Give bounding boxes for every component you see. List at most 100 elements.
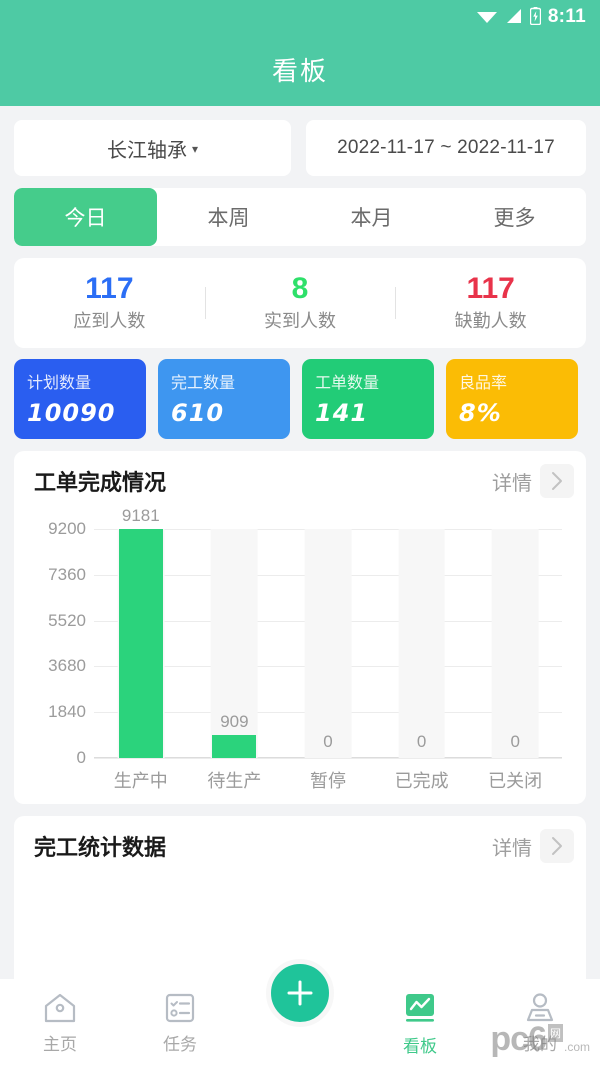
kpi-yield-rate-label: 良品率: [459, 369, 578, 393]
chevron-right-icon: [540, 829, 574, 863]
nav-item-tasks-label: 任务: [163, 1030, 197, 1055]
tab-today[interactable]: 今日: [14, 188, 157, 246]
kpi-completed-quantity[interactable]: 完工数量 610: [158, 359, 290, 439]
work-order-bar-chart: 0184036805520736092009181生产中909待生产0暂停0已完…: [20, 511, 580, 804]
status-time: 8:11: [548, 7, 586, 26]
work-order-completion-card: 工单完成情况 详情 0184036805520736092009181生产中90…: [14, 451, 586, 804]
chart-columns: 9181生产中909待生产0暂停0已完成0已关闭: [94, 529, 562, 758]
attendance-absent[interactable]: 117 缺勤人数: [395, 273, 586, 334]
chevron-right-icon: [540, 464, 574, 498]
attendance-expected-label: 应到人数: [73, 307, 145, 333]
work-order-completion-header: 工单完成情况 详情: [14, 451, 586, 511]
app-screen: 8:11 看板 长江轴承 ▾ 2022-11-17 ~ 2022-11-17 今…: [0, 0, 600, 1067]
nav-item-tasks[interactable]: 任务: [120, 992, 240, 1055]
chart-bar-value-label: 0: [510, 732, 519, 752]
tab-more-label: 更多: [494, 202, 536, 232]
work-order-completion-details-button[interactable]: 详情: [492, 464, 574, 498]
chart-y-tick-label: 1840: [48, 702, 86, 722]
chart-bar[interactable]: 9181: [119, 529, 163, 758]
kpi-work-order-count-value: 141: [315, 399, 434, 427]
chart-x-tick-label: 已关闭: [488, 767, 542, 793]
attendance-card: 117 应到人数 8 实到人数 117 缺勤人数: [14, 258, 586, 348]
app-bar: 看板: [0, 32, 600, 106]
filter-row: 长江轴承 ▾ 2022-11-17 ~ 2022-11-17: [0, 106, 600, 176]
chart-column[interactable]: 909待生产: [188, 529, 282, 758]
kpi-completed-quantity-label: 完工数量: [171, 369, 290, 393]
org-selector[interactable]: 长江轴承 ▾: [14, 120, 291, 176]
attendance-absent-label: 缺勤人数: [455, 307, 527, 333]
chart-column-background: [305, 529, 352, 758]
kpi-work-order-count[interactable]: 工单数量 141: [302, 359, 434, 439]
nav-item-dashboard[interactable]: 看板: [360, 992, 480, 1057]
work-order-completion-title: 工单完成情况: [34, 465, 166, 497]
nav-item-profile[interactable]: 我的: [480, 992, 600, 1055]
date-range-label: 2022-11-17 ~ 2022-11-17: [337, 137, 555, 159]
chart-column[interactable]: 9181生产中: [94, 529, 188, 758]
chart-gridline: [94, 758, 562, 759]
attendance-expected[interactable]: 117 应到人数: [14, 273, 205, 334]
chart-column[interactable]: 0已完成: [375, 529, 469, 758]
checklist-icon: [164, 992, 196, 1024]
chart-x-tick-label: 暂停: [310, 767, 346, 793]
chart-x-tick-label: 已完成: [395, 767, 449, 793]
nav-item-home[interactable]: 主页: [0, 992, 120, 1055]
tab-this-week[interactable]: 本周: [157, 188, 300, 246]
battery-charging-icon: [530, 7, 541, 25]
chart-x-tick-label: 待生产: [207, 767, 261, 793]
attendance-expected-value: 117: [85, 273, 133, 305]
person-icon: [524, 992, 556, 1024]
attendance-actual-label: 实到人数: [264, 307, 336, 333]
plus-icon: [283, 976, 317, 1010]
chart-x-tick-label: 生产中: [114, 767, 168, 793]
chart-y-tick-label: 7360: [48, 565, 86, 585]
kpi-planned-quantity[interactable]: 计划数量 10090: [14, 359, 146, 439]
nav-item-dashboard-label: 看板: [403, 1032, 437, 1057]
chart-bar-value-label: 909: [220, 712, 248, 732]
kpi-yield-rate-value: 8%: [459, 399, 578, 427]
completion-statistics-title: 完工统计数据: [34, 830, 166, 862]
kpi-planned-quantity-value: 10090: [27, 399, 146, 427]
chevron-down-icon: ▾: [192, 142, 198, 156]
date-range-selector[interactable]: 2022-11-17 ~ 2022-11-17: [306, 120, 586, 176]
home-icon: [43, 992, 77, 1024]
kpi-work-order-count-label: 工单数量: [315, 369, 434, 393]
kpi-completed-quantity-value: 610: [171, 399, 290, 427]
chart-y-tick-label: 0: [77, 748, 86, 768]
status-bar: 8:11: [0, 0, 600, 32]
chart-plot-area: 0184036805520736092009181生产中909待生产0暂停0已完…: [94, 529, 562, 758]
chart-column[interactable]: 0已关闭: [468, 529, 562, 758]
page-title: 看板: [272, 51, 328, 88]
org-selector-label: 长江轴承: [107, 134, 187, 163]
tab-this-month-label: 本月: [351, 202, 393, 232]
chart-column-background: [492, 529, 539, 758]
period-tabs: 今日 本周 本月 更多: [14, 188, 586, 246]
chart-y-tick-label: 3680: [48, 656, 86, 676]
kpi-row[interactable]: 计划数量 10090 完工数量 610 工单数量 141 良品率 8%: [0, 348, 600, 439]
completion-statistics-header: 完工统计数据 详情: [14, 816, 586, 876]
chart-bar-value-label: 9181: [122, 506, 160, 526]
attendance-actual[interactable]: 8 实到人数: [205, 273, 396, 334]
signal-icon: [505, 8, 523, 24]
wifi-icon: [476, 8, 498, 24]
chart-y-tick-label: 5520: [48, 611, 86, 631]
tab-today-label: 今日: [65, 202, 107, 232]
chart-column[interactable]: 0暂停: [281, 529, 375, 758]
kpi-planned-quantity-label: 计划数量: [27, 369, 146, 393]
kpi-yield-rate[interactable]: 良品率 8%: [446, 359, 578, 439]
chart-bar-value-label: 0: [323, 732, 332, 752]
add-button[interactable]: [266, 959, 334, 1027]
chart-column-background: [398, 529, 445, 758]
nav-item-profile-label: 我的: [523, 1030, 557, 1055]
tab-more[interactable]: 更多: [443, 188, 586, 246]
chart-bar-value-label: 0: [417, 732, 426, 752]
tab-this-month[interactable]: 本月: [300, 188, 443, 246]
attendance-actual-value: 8: [292, 273, 309, 305]
completion-statistics-details-button[interactable]: 详情: [492, 829, 574, 863]
chart-bar[interactable]: 909: [212, 735, 256, 758]
chart-icon: [403, 992, 437, 1026]
work-order-completion-details-label: 详情: [492, 467, 532, 496]
completion-statistics-details-label: 详情: [492, 832, 532, 861]
tab-this-week-label: 本周: [208, 202, 250, 232]
attendance-absent-value: 117: [466, 273, 514, 305]
chart-y-tick-label: 9200: [48, 519, 86, 539]
